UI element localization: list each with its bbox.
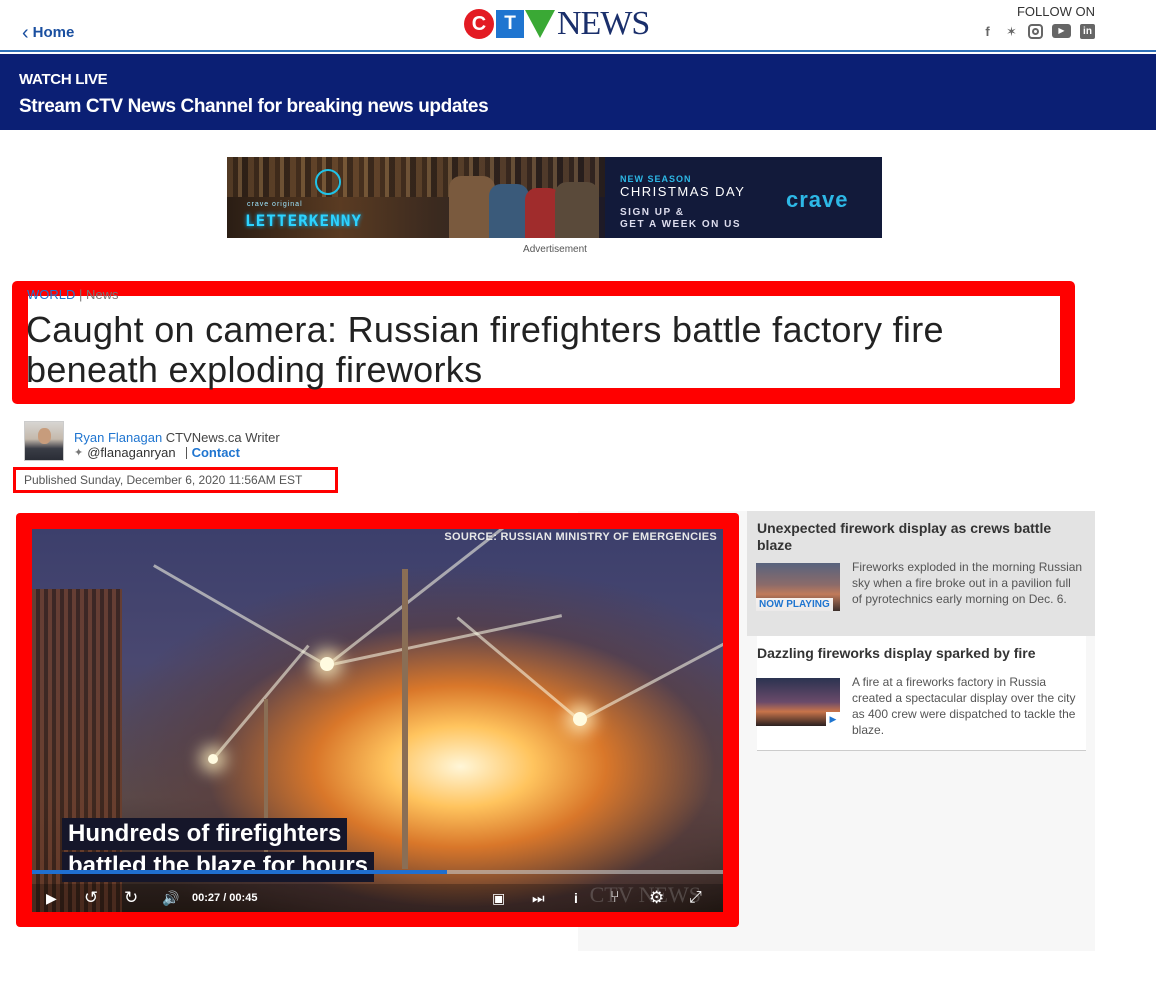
related-video-description: A fire at a fireworks factory in Russia … bbox=[852, 675, 1076, 737]
next-icon[interactable]: ⏭ bbox=[532, 888, 545, 908]
youtube-icon[interactable]: ▶ bbox=[1052, 24, 1071, 38]
video-progress-fill bbox=[32, 870, 447, 874]
author-line: Ryan Flanagan CTVNews.ca Writer bbox=[74, 430, 280, 445]
article-headline: Caught on camera: Russian firefighters b… bbox=[26, 309, 944, 390]
ad-cta-line1: SIGN UP & bbox=[620, 207, 685, 218]
video-caption-line2: battled the blaze for hours bbox=[62, 852, 375, 882]
share-icon[interactable]: ⑂ bbox=[610, 888, 620, 908]
related-video-description: Fireworks exploded in the morning Russia… bbox=[852, 560, 1083, 606]
advertisement-banner[interactable]: crave original LETTERKENNY NEW SEASON CH… bbox=[227, 157, 882, 238]
social-links: f ✶ ▶ in bbox=[980, 24, 1095, 39]
home-link-label: Home bbox=[32, 24, 75, 41]
logo-c: C bbox=[464, 9, 494, 39]
video-thumbnail: ▶ bbox=[756, 678, 840, 726]
facebook-icon[interactable]: f bbox=[980, 24, 995, 39]
watch-live-banner[interactable]: WATCH LIVE Stream CTV News Channel for b… bbox=[0, 54, 1156, 130]
logo-v bbox=[525, 10, 555, 38]
twitter-icon: ✦ bbox=[74, 447, 84, 459]
twitter-icon[interactable]: ✶ bbox=[1004, 24, 1019, 39]
watch-live-label: WATCH LIVE bbox=[19, 71, 108, 88]
published-date: Published Sunday, December 6, 2020 11:56… bbox=[24, 473, 303, 487]
ad-new-season: NEW SEASON bbox=[620, 174, 692, 184]
author-avatar bbox=[24, 421, 64, 461]
wolf-logo-icon bbox=[315, 169, 341, 195]
fullscreen-icon[interactable]: ⤢ bbox=[689, 888, 702, 908]
contact-link[interactable]: Contact bbox=[185, 446, 240, 459]
video-player[interactable]: SOURCE: RUSSIAN MINISTRY OF EMERGENCIES … bbox=[32, 529, 723, 912]
ad-image: crave original LETTERKENNY bbox=[227, 157, 605, 238]
ad-brand-original: crave original bbox=[247, 201, 303, 208]
video-time: 00:27 / 00:45 bbox=[192, 892, 258, 904]
logo-news: NEWS bbox=[557, 5, 650, 42]
crave-logo: crave bbox=[786, 187, 849, 212]
play-icon: ▶ bbox=[826, 712, 840, 726]
ad-cta: SIGN UP & GET A WEEK ON US bbox=[620, 207, 741, 231]
follow-label: FOLLOW ON bbox=[1016, 4, 1095, 19]
related-video-title: Unexpected firework display as crews bat… bbox=[757, 520, 1052, 553]
video-progress-bar[interactable] bbox=[32, 870, 723, 874]
site-header: ‹ Home C T NEWS FOLLOW ON f ✶ ▶ in bbox=[0, 0, 1156, 52]
home-link[interactable]: ‹ Home bbox=[22, 21, 75, 44]
advertisement-label: Advertisement bbox=[523, 244, 587, 255]
ad-show-title: LETTERKENNY bbox=[245, 211, 362, 230]
twitter-handle-link[interactable]: @flanaganryan bbox=[87, 445, 175, 460]
instagram-icon[interactable] bbox=[1028, 24, 1043, 39]
video-thumbnail: NOW PLAYING bbox=[756, 563, 840, 611]
author-name-link[interactable]: Ryan Flanagan bbox=[74, 430, 162, 445]
ad-date: CHRISTMAS DAY bbox=[620, 184, 746, 199]
watch-live-text: Stream CTV News Channel for breaking new… bbox=[19, 96, 489, 117]
subcategory-link[interactable]: News bbox=[86, 287, 119, 302]
breadcrumb: WORLD | News bbox=[27, 287, 119, 302]
author-role: CTVNews.ca Writer bbox=[165, 430, 280, 445]
rewind-10-icon[interactable]: ↺ bbox=[84, 888, 98, 908]
related-videos: Unexpected firework display as crews bat… bbox=[747, 511, 1095, 751]
ad-cta-line2: GET A WEEK ON US bbox=[620, 219, 742, 230]
video-caption-line1: Hundreds of firefighters bbox=[62, 818, 348, 850]
playlist-icon[interactable]: ▣ bbox=[492, 888, 505, 908]
related-video-title: Dazzling fireworks display sparked by fi… bbox=[757, 645, 1036, 661]
video-controls: ▶ ↺ ↻ 🔊 00:27 / 00:45 ▣ ⏭ i ⑂ ⚙ ⤢ bbox=[32, 884, 723, 912]
video-source-label: SOURCE: RUSSIAN MINISTRY OF EMERGENCIES bbox=[444, 531, 717, 543]
list-item[interactable]: Unexpected firework display as crews bat… bbox=[747, 511, 1095, 636]
settings-icon[interactable]: ⚙ bbox=[649, 888, 664, 908]
author-social: ✦ @flanaganryan Contact bbox=[74, 445, 240, 460]
category-link[interactable]: WORLD bbox=[27, 287, 75, 302]
logo-t: T bbox=[496, 10, 524, 38]
now-playing-badge: NOW PLAYING bbox=[756, 598, 833, 611]
chevron-left-icon: ‹ bbox=[22, 21, 29, 44]
play-icon[interactable]: ▶ bbox=[46, 888, 57, 908]
ctv-news-logo[interactable]: C T NEWS bbox=[464, 5, 650, 42]
volume-icon[interactable]: 🔊 bbox=[162, 888, 179, 908]
forward-10-icon[interactable]: ↻ bbox=[124, 888, 138, 908]
list-item[interactable]: Dazzling fireworks display sparked by fi… bbox=[756, 636, 1086, 751]
linkedin-icon[interactable]: in bbox=[1080, 24, 1095, 39]
ad-text-panel: NEW SEASON CHRISTMAS DAY SIGN UP & GET A… bbox=[605, 157, 882, 238]
info-icon[interactable]: i bbox=[574, 888, 578, 908]
